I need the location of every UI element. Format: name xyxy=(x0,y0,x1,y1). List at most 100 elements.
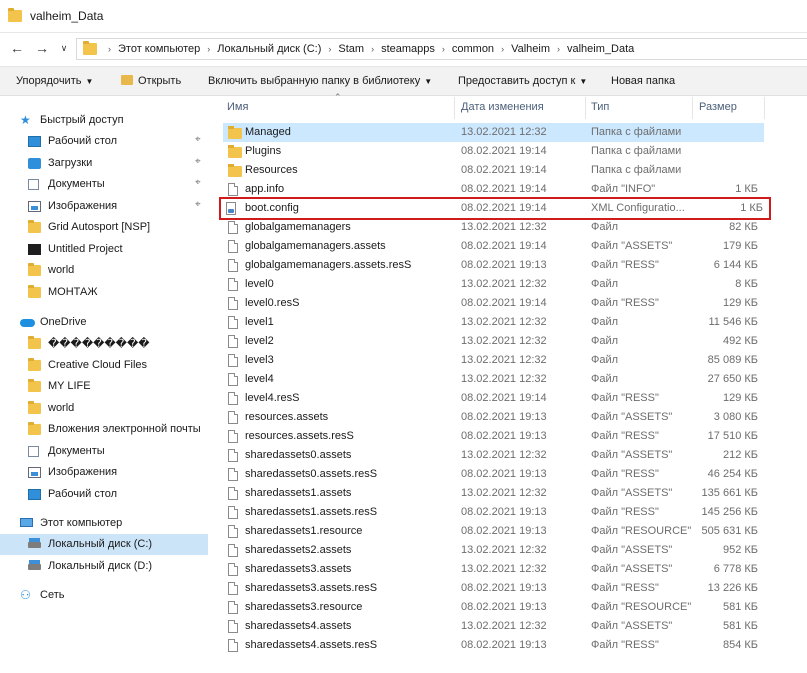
documents-icon xyxy=(28,179,39,190)
file-row[interactable]: sharedassets4.assets.resS 08.02.2021 19:1… xyxy=(223,636,764,655)
nav-this-pc[interactable]: Этот компьютер xyxy=(0,513,211,534)
nav-item-label: Сеть xyxy=(40,589,65,601)
column-divider[interactable] xyxy=(692,97,693,119)
file-row[interactable]: sharedassets0.assets 13.02.2021 12:32 Файл… xyxy=(223,446,764,465)
navigation-pane: ★ Быстрый доступ Рабочий стол ⌖ Загрузки ⌖ Док… xyxy=(0,97,211,673)
nav-item-label: Grid Autosport [NSP] xyxy=(48,221,151,233)
file-row[interactable]: level1 13.02.2021 12:32 Файл 11 546 КБ xyxy=(223,313,764,332)
breadcrumb-item[interactable]: steamapps xyxy=(381,43,435,55)
folder-icon xyxy=(8,8,22,22)
file-row[interactable]: sharedassets1.assets.resS 08.02.2021 19:1… xyxy=(223,503,764,522)
sidebar-item[interactable]: Creative Cloud Files xyxy=(0,355,211,376)
file-row[interactable]: level0.resS 08.02.2021 19:14 Файл "RESS" 12… xyxy=(223,294,764,313)
include-library-button[interactable]: Включить выбранную папку в библиотеку ▼ xyxy=(208,75,432,87)
sidebar-item[interactable]: МОНТАЖ xyxy=(0,282,211,303)
file-type: Файл "ASSETS" xyxy=(591,620,673,632)
breadcrumb-item[interactable]: Stam xyxy=(338,43,364,55)
organize-button[interactable]: Упорядочить ▼ xyxy=(16,75,93,87)
nav-item-label: Загрузки xyxy=(48,156,93,169)
file-name: Plugins xyxy=(245,145,282,157)
column-date[interactable]: Дата изменения xyxy=(461,101,544,113)
file-row[interactable]: level0 13.02.2021 12:32 Файл 8 КБ xyxy=(223,275,764,294)
file-date: 08.02.2021 19:14 xyxy=(461,392,547,404)
breadcrumb-item[interactable]: valheim_Data xyxy=(567,43,634,55)
sidebar-item[interactable]: world xyxy=(0,398,211,419)
sidebar-item[interactable]: Рабочий стол ⌖ xyxy=(0,131,211,152)
file-row[interactable]: sharedassets1.resource 08.02.2021 19:13 Фа… xyxy=(223,522,764,541)
file-row[interactable]: sharedassets0.assets.resS 08.02.2021 19:1… xyxy=(223,465,764,484)
sidebar-item[interactable]: Документы ⌖ xyxy=(0,174,211,195)
file-icon xyxy=(228,506,238,519)
file-size: 13 226 КБ xyxy=(707,582,758,594)
file-row[interactable]: Plugins 08.02.2021 19:14 Папка с файлами xyxy=(223,142,764,161)
address-bar[interactable]: › Этот компьютер › Локальный диск (C:) › Stam… xyxy=(76,38,807,60)
column-divider[interactable] xyxy=(585,97,586,119)
file-type: Файл "RESS" xyxy=(591,582,659,594)
config-file-icon xyxy=(226,202,236,215)
file-icon xyxy=(228,354,238,367)
nav-drive[interactable]: Локальный диск (C:) xyxy=(0,534,208,555)
column-name[interactable]: Имя xyxy=(227,101,248,113)
file-row[interactable]: sharedassets3.resource 08.02.2021 19:13 Фа… xyxy=(223,598,764,617)
file-row[interactable]: level4 13.02.2021 12:32 Файл 27 650 КБ xyxy=(223,370,764,389)
new-folder-button[interactable]: Новая папка xyxy=(611,75,675,87)
file-row[interactable]: resources.assets.resS 08.02.2021 19:13 Фай… xyxy=(223,427,764,446)
file-row[interactable]: sharedassets3.assets.resS 08.02.2021 19:1… xyxy=(223,579,764,598)
column-type[interactable]: Тип xyxy=(591,101,609,113)
column-divider[interactable] xyxy=(454,97,455,119)
breadcrumb-item[interactable]: Valheim xyxy=(511,43,550,55)
file-row[interactable]: sharedassets2.assets 13.02.2021 12:32 Файл… xyxy=(223,541,764,560)
sidebar-item[interactable]: ��������� xyxy=(0,333,211,354)
file-row[interactable]: sharedassets4.assets 13.02.2021 12:32 Файл… xyxy=(223,617,764,636)
nav-item-label: world xyxy=(48,264,75,276)
file-row[interactable]: level4.resS 08.02.2021 19:14 Файл "RESS" 12… xyxy=(223,389,764,408)
nav-onedrive[interactable]: OneDrive xyxy=(0,312,211,333)
breadcrumb-item[interactable]: Этот компьютер xyxy=(118,43,200,55)
nav-network[interactable]: ⚇ Сеть xyxy=(0,585,211,606)
file-row[interactable]: globalgamemanagers.assets.resS 08.02.2021… xyxy=(223,256,764,275)
share-label: Предоставить доступ к xyxy=(458,75,576,87)
sidebar-item[interactable]: Grid Autosport [NSP] xyxy=(0,217,211,238)
chevron-down-icon[interactable]: ∨ xyxy=(57,40,71,56)
sidebar-item[interactable]: world xyxy=(0,260,211,281)
file-row[interactable]: level3 13.02.2021 12:32 Файл 85 089 КБ xyxy=(223,351,764,370)
breadcrumb-item[interactable]: Локальный диск (C:) xyxy=(217,43,321,55)
file-name: app.info xyxy=(245,183,285,195)
file-row[interactable]: globalgamemanagers 13.02.2021 12:32 Файл 82… xyxy=(223,218,764,237)
column-size[interactable]: Размер xyxy=(699,101,737,113)
sort-ascending-icon: ⌃ xyxy=(334,92,342,102)
file-row[interactable]: app.info 08.02.2021 19:14 Файл "INFO" 1 КБ xyxy=(223,180,764,199)
file-row[interactable]: Resources 08.02.2021 19:14 Папка с файлами xyxy=(223,161,764,180)
sidebar-item[interactable]: Документы xyxy=(0,441,211,462)
file-row[interactable]: Managed 13.02.2021 12:32 Папка с файлами xyxy=(223,123,764,142)
sidebar-item[interactable]: Загрузки ⌖ xyxy=(0,153,211,174)
sidebar-item[interactable]: Изображения ⌖ xyxy=(0,196,211,217)
file-row[interactable]: level2 13.02.2021 12:32 Файл 492 КБ xyxy=(223,332,764,351)
sidebar-item[interactable]: Рабочий стол xyxy=(0,484,211,505)
sidebar-item[interactable]: MY LIFE xyxy=(0,376,211,397)
sidebar-item[interactable]: Изображения xyxy=(0,462,211,483)
file-row[interactable]: globalgamemanagers.assets 08.02.2021 19:1… xyxy=(223,237,764,256)
open-button[interactable]: Открыть xyxy=(121,75,181,87)
nav-drive[interactable]: Локальный диск (D:) xyxy=(0,556,211,577)
file-row[interactable]: sharedassets1.assets 13.02.2021 12:32 Файл… xyxy=(223,484,764,503)
sidebar-item[interactable]: Вложения электронной почты xyxy=(0,419,211,440)
file-row[interactable]: boot.config 08.02.2021 19:14 XML Configura… xyxy=(219,197,771,220)
folder-icon xyxy=(228,145,242,158)
file-row[interactable]: resources.assets 08.02.2021 19:13 Файл "AS… xyxy=(223,408,764,427)
file-name: level0.resS xyxy=(245,297,300,309)
nav-quick-access[interactable]: ★ Быстрый доступ xyxy=(0,110,211,131)
file-type: Файл "RESS" xyxy=(591,506,659,518)
file-size: 82 КБ xyxy=(729,221,758,233)
arrow-left-icon[interactable]: ← xyxy=(10,40,24,56)
file-date: 08.02.2021 19:14 xyxy=(461,183,547,195)
column-divider[interactable] xyxy=(764,97,765,119)
file-date: 08.02.2021 19:14 xyxy=(461,202,547,214)
arrow-right-icon[interactable]: → xyxy=(35,40,49,56)
breadcrumb-item[interactable]: common xyxy=(452,43,494,55)
file-row[interactable]: sharedassets3.assets 13.02.2021 12:32 Файл… xyxy=(223,560,764,579)
share-button[interactable]: Предоставить доступ к ▼ xyxy=(458,75,587,87)
folder-icon xyxy=(28,336,41,349)
pin-icon: ⌖ xyxy=(195,155,201,167)
sidebar-item[interactable]: Untitled Project xyxy=(0,239,211,260)
